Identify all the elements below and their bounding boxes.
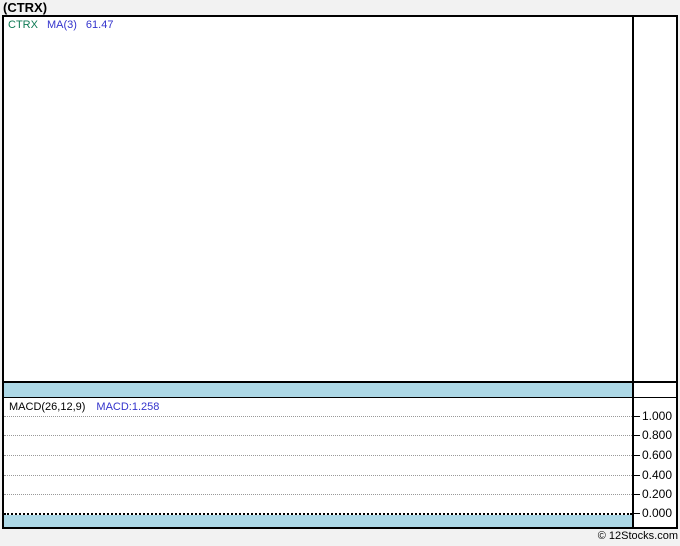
copyright-credit: © 12Stocks.com [597, 530, 678, 542]
separator-band-top [4, 383, 632, 397]
y-axis-tick-label: 0.200 [642, 487, 673, 501]
price-legend: CTRX MA(3) 61.47 [8, 19, 122, 31]
ma-value: 61.47 [85, 19, 114, 31]
axis-divider-line [632, 17, 634, 527]
macd-indicator-label: MACD(26,12,9) [9, 401, 86, 413]
macd-label-row: MACD(26,12,9) MACD:1.258 [4, 398, 632, 416]
macd-gridline [4, 416, 632, 417]
y-axis-tick-label: 0.800 [642, 428, 673, 442]
separator-band-bottom [4, 515, 632, 527]
macd-gridline [4, 494, 632, 495]
macd-gridline [4, 455, 632, 456]
y-axis-tick-label: 1.000 [642, 409, 673, 423]
y-axis-tick-label: 0.600 [642, 448, 673, 462]
y-axis-tick-label: 0.400 [642, 468, 673, 482]
stock-chart-page: (CTRX) CTRX MA(3) 61.47 MACD(26,12,9) MACD:… [0, 0, 680, 546]
macd-gridline [4, 435, 632, 436]
chart-frame: CTRX MA(3) 61.47 MACD(26,12,9) MACD:1.258 1… [2, 15, 678, 529]
macd-legend: MACD(26,12,9) MACD:1.258 [9, 401, 159, 413]
macd-value-label: MACD:1.258 [96, 401, 160, 413]
page-title: (CTRX) [3, 0, 48, 15]
price-panel: CTRX MA(3) 61.47 [4, 17, 632, 381]
ticker-symbol-label: CTRX [8, 19, 38, 31]
ma-label: MA(3) [46, 19, 77, 31]
macd-gridline [4, 475, 632, 476]
y-axis-tick-label: 0.000 [642, 506, 673, 520]
